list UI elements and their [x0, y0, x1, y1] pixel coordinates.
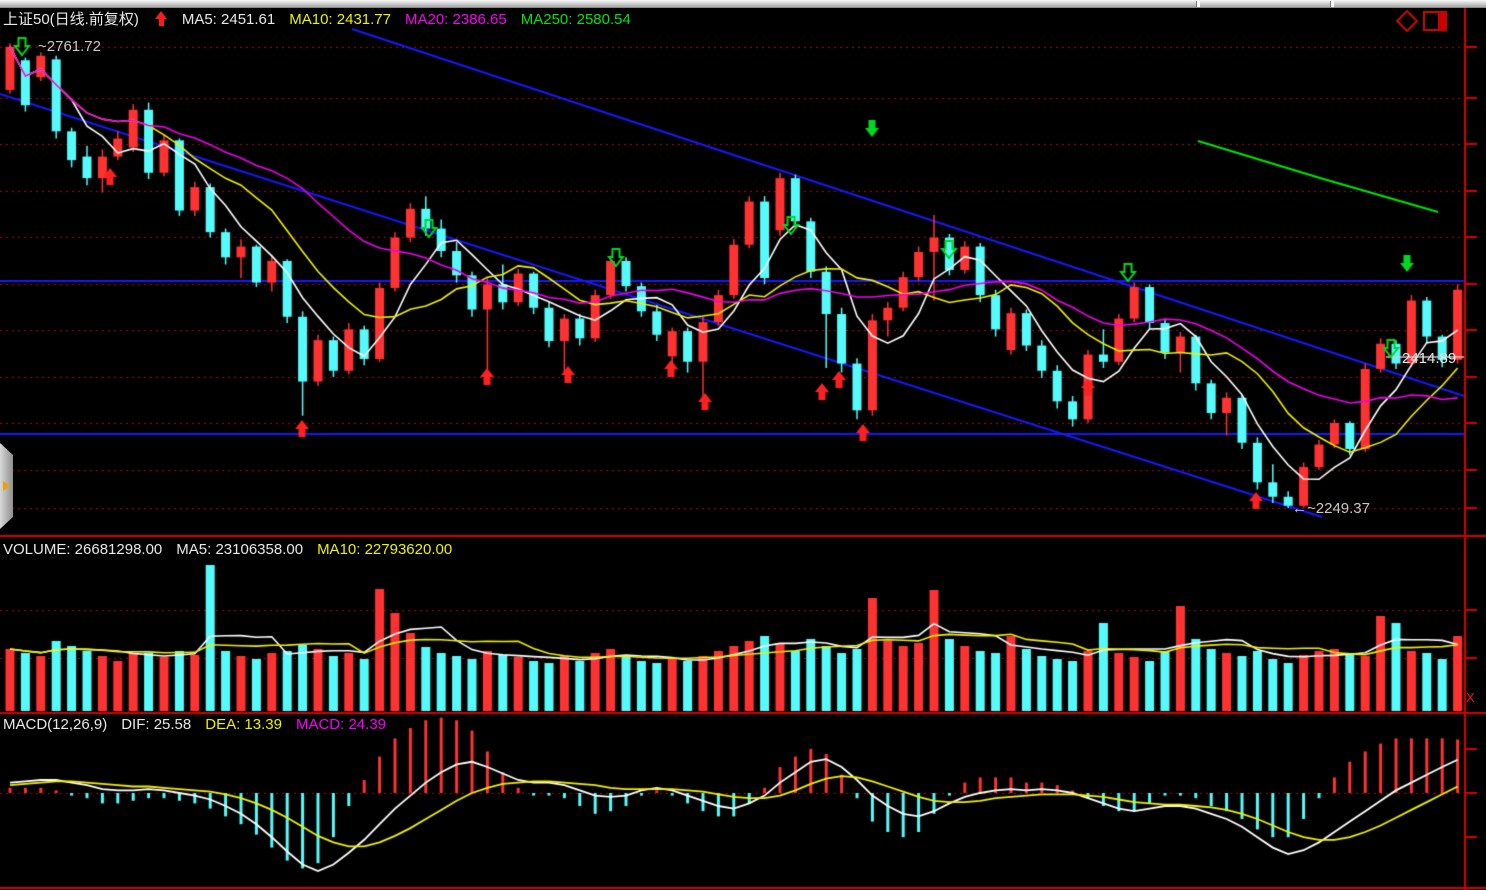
stock-chart-window: 上证50(日线.前复权) MA5: 2451.61 MA10: 2431.77 MA2…	[0, 0, 1486, 890]
volume-value: VOLUME: 26681298.00	[3, 541, 162, 558]
main-legend: 上证50(日线.前复权) MA5: 2451.61 MA10: 2431.77 MA2…	[3, 11, 645, 28]
collapsed-panel-tab[interactable]	[0, 443, 13, 529]
macd-legend: MACD(12,26,9) DIF: 25.58 DEA: 13.39 MACD: 2…	[3, 716, 400, 733]
ma20-value: MA20: 2386.65	[405, 11, 507, 28]
volume-legend: VOLUME: 26681298.00 MA5: 23106358.00 MA10:…	[3, 541, 466, 558]
expand-arrow-icon	[3, 481, 10, 491]
chart-canvas[interactable]	[0, 0, 1486, 890]
macd-params: MACD(12,26,9)	[3, 716, 107, 733]
macd-value: MACD: 24.39	[296, 716, 386, 733]
ma10-value: MA10: 2431.77	[289, 11, 391, 28]
current-price-label: 2414.89	[1402, 350, 1456, 367]
ma250-value: MA250: 2580.54	[521, 11, 631, 28]
low-price-label: ←~2249.37	[1292, 500, 1370, 517]
x-axis-flag: X	[1466, 689, 1475, 706]
symbol-title: 上证50(日线.前复权)	[3, 11, 139, 28]
dif-value: DIF: 25.58	[121, 716, 191, 733]
split-window-pane	[1436, 13, 1445, 29]
split-window-icon[interactable]	[1423, 11, 1447, 31]
volume-ma10-value: MA10: 22793620.00	[317, 541, 452, 558]
dea-value: DEA: 13.39	[205, 716, 282, 733]
up-arrow-icon	[155, 11, 168, 26]
high-price-label: ~2761.72	[38, 38, 101, 55]
volume-ma5-value: MA5: 23106358.00	[176, 541, 303, 558]
ma5-value: MA5: 2451.61	[182, 11, 275, 28]
